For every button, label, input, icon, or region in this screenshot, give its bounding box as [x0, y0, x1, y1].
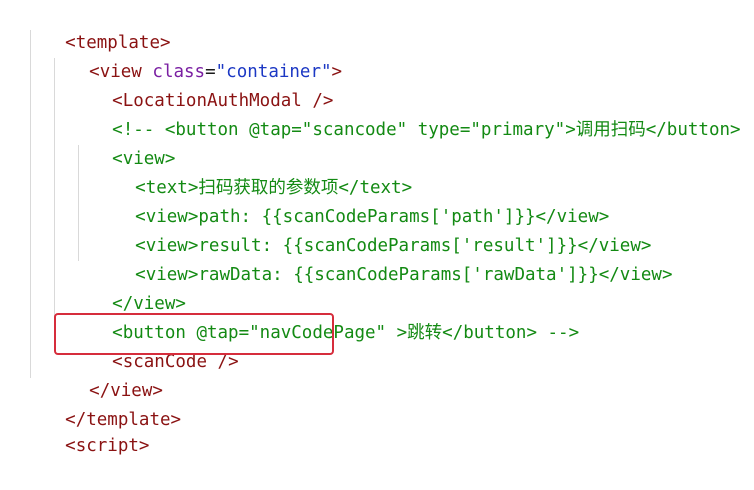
code-line-14[interactable]: </template> — [23, 377, 181, 430]
code-line-3[interactable]: <LocationAuthModal /> — [70, 58, 333, 111]
code-line-8[interactable]: <view>result: {{scanCodeParams['result']… — [93, 203, 651, 256]
code-line-7[interactable]: <view>path: {{scanCodeParams['path']}}</… — [93, 174, 609, 227]
code-line-5[interactable]: <view> — [70, 116, 175, 169]
code-editor[interactable]: <template> <view class="container"> <Loc… — [0, 0, 754, 456]
comment-text: <view>rawData: {{scanCodeParams['rawData… — [135, 265, 673, 285]
code-line-2[interactable]: <view class="container"> — [47, 29, 342, 82]
tag-bracket: > — [170, 410, 182, 430]
tag-name: script — [75, 436, 139, 456]
tag-bracket: < — [65, 436, 76, 456]
code-line-6[interactable]: <text>扫码获取的参数项</text> — [93, 145, 412, 198]
code-line-4[interactable]: <!-- <button @tap="scancode" type="prima… — [70, 87, 740, 140]
code-line-10[interactable]: </view> — [70, 261, 186, 314]
code-line-9[interactable]: <view>rawData: {{scanCodeParams['rawData… — [93, 232, 672, 285]
highlight-annotation-box — [54, 313, 334, 355]
tag-bracket: > — [138, 436, 150, 456]
comment-text: <!-- <button @tap="scancode" type="prima… — [112, 120, 741, 140]
tag-bracket: /> — [207, 352, 239, 372]
code-line-15[interactable]: <script> — [23, 403, 149, 456]
code-line-1[interactable]: <template> — [23, 0, 170, 53]
